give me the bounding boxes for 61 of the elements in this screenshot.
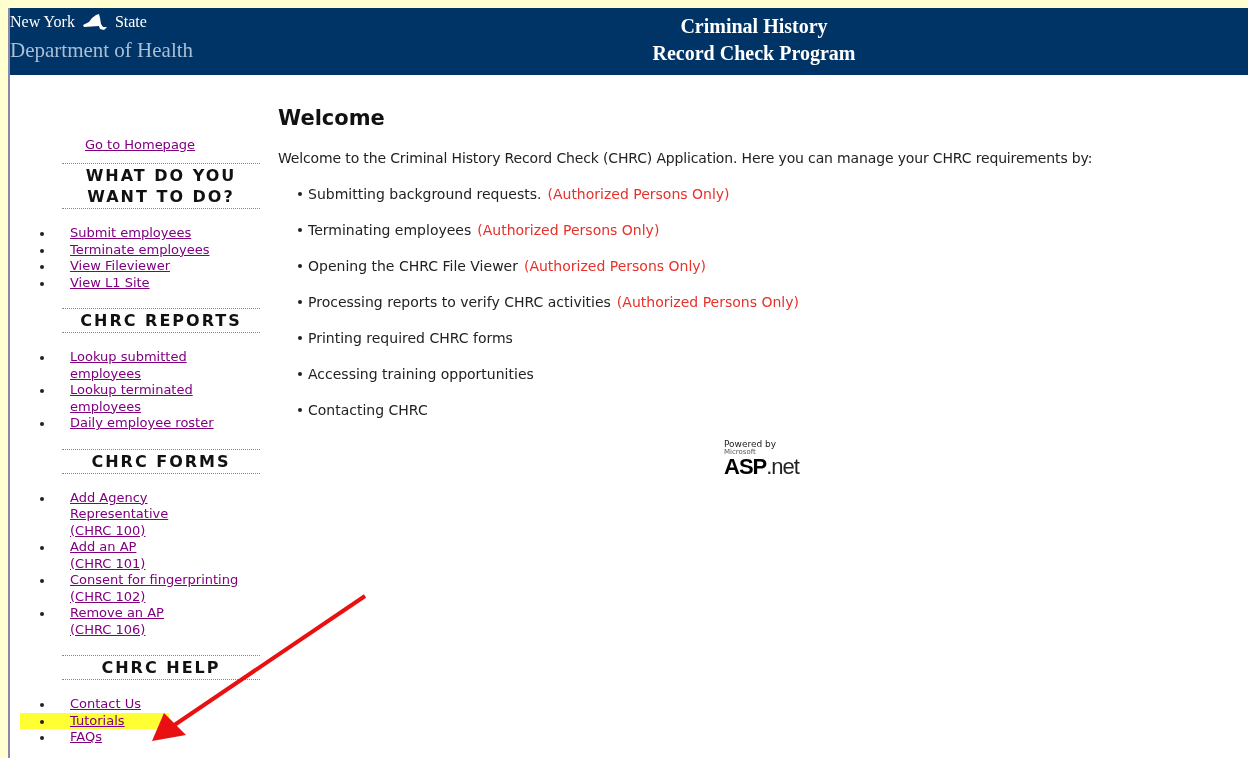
bullet-icon: [40, 265, 44, 269]
homepage-link[interactable]: Go to Homepage: [84, 137, 196, 153]
bullet-icon: [298, 228, 302, 232]
department-name: Department of Health: [10, 38, 195, 63]
section-heading: CHRC FORMS: [62, 448, 260, 474]
section-heading: CHRC HELP: [62, 655, 260, 680]
section-heading: WHAT DO YOU WANT TO DO?: [62, 163, 260, 209]
sidebar-link[interactable]: Daily employee roster: [70, 415, 214, 432]
intro-text: Welcome to the Criminal History Record Check (CHRC) Application. Here you can manage your CHRC requirements by:: [278, 150, 1094, 166]
access-note: (Authorized Persons Only): [523, 257, 707, 276]
bullet-icon: [40, 389, 44, 393]
sidebar-link[interactable]: View Fileviewer: [70, 258, 170, 275]
logo-wordmark: ASP.net: [724, 456, 799, 478]
bullet-icon: [40, 719, 44, 724]
feature-text: Processing reports to verify CHRC activities: [308, 293, 611, 312]
sidebar-link[interactable]: Lookup submitted employees: [70, 349, 187, 382]
sidebar-link[interactable]: Terminate employees: [70, 241, 210, 258]
bullet-icon: [298, 372, 302, 376]
bullet-icon: [298, 264, 302, 268]
bullet-icon: [40, 422, 44, 426]
program-title: Criminal History: [680, 14, 828, 40]
sidebar-link[interactable]: Contact Us: [70, 696, 141, 713]
bullet-icon: [40, 281, 44, 286]
section-heading: CHRC REPORTS: [62, 308, 260, 333]
state-map-icon: [80, 13, 109, 31]
program-title: Record Check Program: [652, 41, 856, 67]
access-note: (Authorized Persons Only): [477, 221, 660, 240]
sidebar-link[interactable]: Add Agency Representative (CHRC 100): [70, 489, 169, 539]
feature-text: Printing required CHRC forms: [308, 329, 513, 348]
feature-text: Contacting CHRC: [308, 401, 428, 420]
sidebar-link[interactable]: Submit employees: [70, 225, 192, 242]
feature-text: Accessing training opportunities: [308, 365, 534, 384]
sidebar-link[interactable]: FAQs: [70, 729, 102, 746]
sidebar-link[interactable]: Add an AP (CHRC 101): [70, 539, 146, 572]
bullet-icon: [40, 248, 44, 253]
sidebar-link[interactable]: Lookup terminated employees: [70, 382, 193, 415]
bullet-icon: [40, 546, 44, 550]
state-name: State: [114, 13, 147, 31]
sidebar-link[interactable]: Remove an AP (CHRC 106): [70, 605, 164, 638]
bullet-icon: [298, 336, 302, 340]
sidebar-link[interactable]: Tutorials: [70, 712, 125, 729]
bullet-icon: [298, 300, 302, 304]
feature-text: Opening the CHRC File Viewer: [308, 257, 518, 276]
state-name: New York: [10, 13, 75, 31]
sidebar-link[interactable]: Consent for fingerprinting (CHRC 102): [70, 572, 239, 605]
bullet-icon: [298, 408, 302, 412]
bullet-icon: [40, 232, 44, 236]
bullet-icon: [40, 496, 44, 501]
bullet-icon: [40, 703, 44, 707]
feature-text: Submitting background requests.: [308, 185, 542, 204]
access-note: (Authorized Persons Only): [616, 293, 799, 312]
sidebar-link[interactable]: View L1 Site: [70, 274, 150, 291]
feature-text: Terminating employees: [308, 221, 472, 240]
bullet-icon: [40, 356, 44, 360]
access-note: (Authorized Persons Only): [547, 185, 730, 204]
bullet-icon: [40, 579, 44, 583]
bullet-icon: [40, 736, 44, 740]
page-title: Welcome: [278, 106, 386, 130]
logo-caption: Powered by: [724, 440, 778, 449]
bullet-icon: [298, 192, 302, 196]
bullet-icon: [40, 612, 44, 616]
